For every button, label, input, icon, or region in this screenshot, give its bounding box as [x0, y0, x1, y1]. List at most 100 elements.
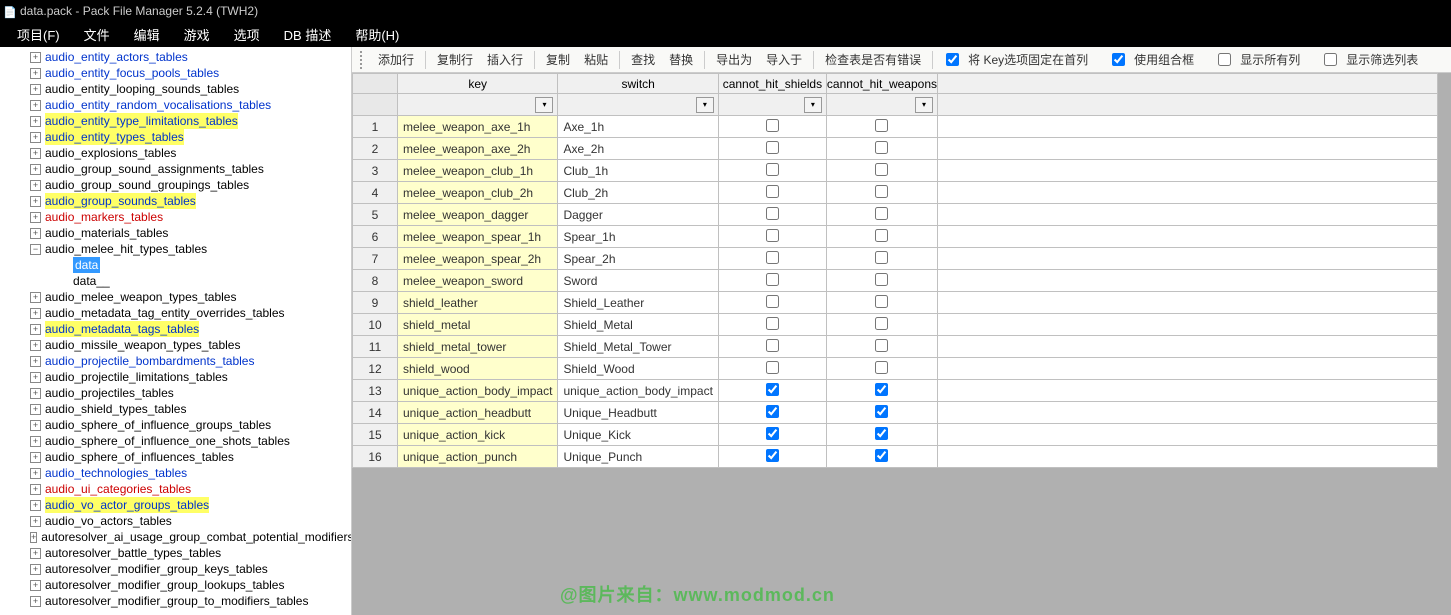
tree-item[interactable]: +audio_vo_actors_tables	[0, 513, 351, 529]
expand-icon[interactable]: +	[30, 196, 41, 207]
cell-weapons[interactable]	[826, 116, 937, 138]
checkbox[interactable]	[875, 141, 888, 154]
expand-icon[interactable]: +	[30, 228, 41, 239]
tree-item[interactable]: +audio_group_sound_assignments_tables	[0, 161, 351, 177]
toolbar-button[interactable]: 复制行	[431, 51, 479, 68]
toolbar-button[interactable]: 插入行	[481, 51, 529, 68]
row-number[interactable]: 7	[353, 248, 398, 270]
cell-shields[interactable]	[718, 292, 826, 314]
tree-item[interactable]: +audio_sphere_of_influence_groups_tables	[0, 417, 351, 433]
tree-item[interactable]: +audio_sphere_of_influence_one_shots_tab…	[0, 433, 351, 449]
toolbar-checkbox[interactable]: 显示所有列	[1210, 51, 1314, 68]
cell-weapons[interactable]	[826, 182, 937, 204]
expand-icon[interactable]: +	[30, 468, 41, 479]
toolbar-button[interactable]: 复制	[540, 51, 576, 68]
collapse-icon[interactable]: −	[30, 244, 41, 255]
checkbox[interactable]	[766, 185, 779, 198]
row-number[interactable]: 1	[353, 116, 398, 138]
checkbox[interactable]	[875, 229, 888, 242]
tree-item[interactable]: +audio_sphere_of_influences_tables	[0, 449, 351, 465]
row-number[interactable]: 11	[353, 336, 398, 358]
checkbox[interactable]	[766, 339, 779, 352]
col-header-weapons[interactable]: cannot_hit_weapons	[826, 74, 937, 94]
filter-dropdown-shields[interactable]: ▾	[804, 97, 822, 113]
toolbar-checkbox[interactable]: 显示筛选列表	[1316, 51, 1432, 68]
tree-item[interactable]: +audio_entity_random_vocalisations_table…	[0, 97, 351, 113]
table-row[interactable]: 14unique_action_headbuttUnique_Headbutt	[353, 402, 1438, 424]
checkbox[interactable]	[946, 53, 959, 66]
cell-switch[interactable]: Shield_Metal_Tower	[558, 336, 718, 358]
expand-icon[interactable]: +	[30, 596, 41, 607]
checkbox[interactable]	[766, 317, 779, 330]
cell-weapons[interactable]	[826, 314, 937, 336]
filter-dropdown-weapons[interactable]: ▾	[915, 97, 933, 113]
checkbox[interactable]	[1112, 53, 1125, 66]
tree-item[interactable]: +audio_markers_tables	[0, 209, 351, 225]
checkbox[interactable]	[766, 361, 779, 374]
tree-item[interactable]: +audio_entity_focus_pools_tables	[0, 65, 351, 81]
row-number[interactable]: 14	[353, 402, 398, 424]
cell-shields[interactable]	[718, 138, 826, 160]
expand-icon[interactable]: +	[30, 404, 41, 415]
expand-icon[interactable]: +	[30, 308, 41, 319]
cell-weapons[interactable]	[826, 160, 937, 182]
row-number[interactable]: 5	[353, 204, 398, 226]
expand-icon[interactable]: +	[30, 548, 41, 559]
table-row[interactable]: 2melee_weapon_axe_2hAxe_2h	[353, 138, 1438, 160]
cell-key[interactable]: shield_metal_tower	[398, 336, 558, 358]
checkbox[interactable]	[875, 273, 888, 286]
cell-weapons[interactable]	[826, 446, 937, 468]
tree-item[interactable]: +autoresolver_modifier_group_lookups_tab…	[0, 577, 351, 593]
cell-shields[interactable]	[718, 380, 826, 402]
cell-shields[interactable]	[718, 336, 826, 358]
cell-key[interactable]: unique_action_body_impact	[398, 380, 558, 402]
col-header-shields[interactable]: cannot_hit_shields	[718, 74, 826, 94]
cell-switch[interactable]: Spear_1h	[558, 226, 718, 248]
row-number[interactable]: 4	[353, 182, 398, 204]
checkbox[interactable]	[875, 449, 888, 462]
expand-icon[interactable]: +	[30, 68, 41, 79]
table-row[interactable]: 3melee_weapon_club_1hClub_1h	[353, 160, 1438, 182]
tree-item[interactable]: +autoresolver_modifier_group_keys_tables	[0, 561, 351, 577]
checkbox[interactable]	[766, 405, 779, 418]
cell-switch[interactable]: Club_1h	[558, 160, 718, 182]
expand-icon[interactable]: +	[30, 436, 41, 447]
checkbox[interactable]	[766, 427, 779, 440]
row-number[interactable]: 13	[353, 380, 398, 402]
cell-switch[interactable]: Shield_Wood	[558, 358, 718, 380]
expand-icon[interactable]: +	[30, 100, 41, 111]
cell-weapons[interactable]	[826, 270, 937, 292]
expand-icon[interactable]: +	[30, 356, 41, 367]
cell-shields[interactable]	[718, 248, 826, 270]
col-header-switch[interactable]: switch	[558, 74, 718, 94]
cell-shields[interactable]	[718, 446, 826, 468]
tree-item[interactable]: +autoresolver_modifier_group_to_modifier…	[0, 593, 351, 609]
tree-item[interactable]: +audio_group_sound_groupings_tables	[0, 177, 351, 193]
cell-shields[interactable]	[718, 116, 826, 138]
cell-switch[interactable]: unique_action_body_impact	[558, 380, 718, 402]
menu-item[interactable]: 游戏	[172, 25, 222, 44]
expand-icon[interactable]: +	[30, 372, 41, 383]
table-row[interactable]: 5melee_weapon_daggerDagger	[353, 204, 1438, 226]
cell-weapons[interactable]	[826, 138, 937, 160]
tree-item[interactable]: +audio_group_sounds_tables	[0, 193, 351, 209]
expand-icon[interactable]: +	[30, 116, 41, 127]
cell-shields[interactable]	[718, 226, 826, 248]
cell-shields[interactable]	[718, 204, 826, 226]
cell-key[interactable]: melee_weapon_axe_2h	[398, 138, 558, 160]
checkbox[interactable]	[766, 383, 779, 396]
cell-key[interactable]: melee_weapon_club_1h	[398, 160, 558, 182]
cell-weapons[interactable]	[826, 248, 937, 270]
toolbar-checkbox[interactable]: 使用组合框	[1104, 51, 1208, 68]
row-number[interactable]: 9	[353, 292, 398, 314]
menu-item[interactable]: DB 描述	[272, 25, 344, 44]
toolbar-checkbox[interactable]: 将 Key选项固定在首列	[938, 51, 1102, 68]
table-row[interactable]: 16unique_action_punchUnique_Punch	[353, 446, 1438, 468]
tree-item[interactable]: +audio_projectiles_tables	[0, 385, 351, 401]
cell-switch[interactable]: Axe_2h	[558, 138, 718, 160]
tree-item[interactable]: +autoresolver_battle_types_tables	[0, 545, 351, 561]
table-row[interactable]: 15unique_action_kickUnique_Kick	[353, 424, 1438, 446]
tree-item[interactable]: +audio_metadata_tag_entity_overrides_tab…	[0, 305, 351, 321]
table-row[interactable]: 6melee_weapon_spear_1hSpear_1h	[353, 226, 1438, 248]
row-number[interactable]: 10	[353, 314, 398, 336]
